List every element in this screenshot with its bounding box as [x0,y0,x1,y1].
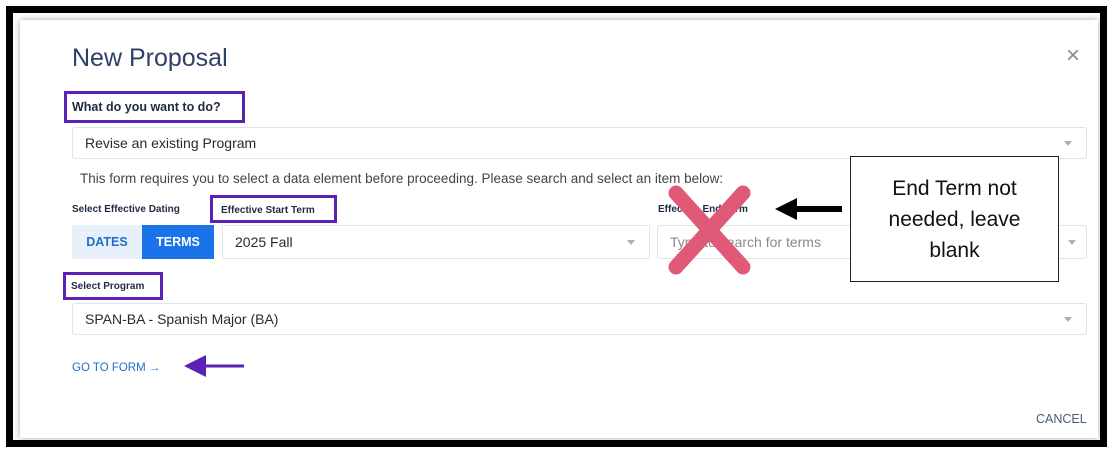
callout-line-3: blank [929,238,980,262]
black-arrow-icon [775,198,842,220]
purple-arrow-icon [184,355,244,377]
x-mark-icon [668,185,751,275]
callout-line-1: End Term not [892,176,1017,200]
callout-line-2: needed, leave [888,207,1021,231]
annotation-callout: End Term not needed, leave blank [850,156,1059,282]
